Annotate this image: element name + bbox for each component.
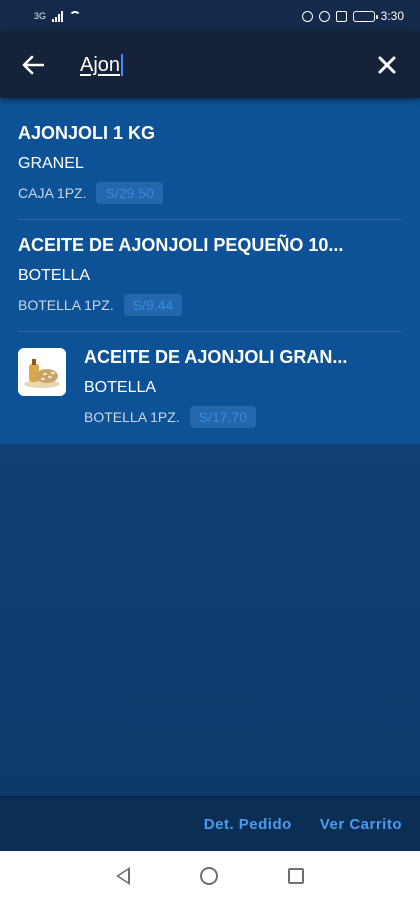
nav-back-icon[interactable]: [116, 866, 130, 885]
result-meta: CAJA 1PZ. S/29.50: [18, 182, 402, 204]
status-bar: 3G 3:30: [0, 0, 420, 32]
text-caret: [121, 54, 124, 76]
result-unit: CAJA 1PZ.: [18, 185, 87, 201]
result-title: ACEITE DE AJONJOLI GRAN...: [84, 347, 348, 367]
search-toolbar: Ajon: [0, 32, 420, 98]
status-right: 3:30: [301, 9, 404, 23]
search-query-text: Ajon: [80, 53, 121, 76]
result-type: GRANEL: [18, 155, 84, 172]
close-icon[interactable]: [372, 50, 402, 80]
result-item-body: AJONJOLI 1 KG GRANEL CAJA 1PZ. S/29.50: [18, 122, 402, 219]
system-nav-bar: [0, 851, 420, 900]
view-cart-button[interactable]: Ver Carrito: [320, 816, 402, 833]
result-title: AJONJOLI 1 KG: [18, 123, 156, 143]
product-thumbnail: [18, 348, 66, 396]
status-time: 3:30: [380, 9, 404, 23]
network-type-icon: 3G: [34, 11, 47, 21]
vibrate-icon: [335, 10, 347, 22]
back-arrow-icon[interactable]: [18, 50, 48, 80]
wifi-icon: [69, 11, 82, 21]
signal-icon: [52, 10, 64, 22]
result-item[interactable]: ACEITE DE AJONJOLI GRAN... BOTELLA BOTEL…: [18, 332, 402, 444]
search-input[interactable]: Ajon: [80, 47, 372, 83]
result-type: BOTELLA: [18, 267, 91, 284]
order-detail-button[interactable]: Det. Pedido: [204, 816, 292, 833]
sesame-product-icon: [24, 359, 60, 388]
result-item-body: ACEITE DE AJONJOLI GRAN... BOTELLA BOTEL…: [84, 346, 402, 444]
result-meta: BOTELLA 1PZ. S/17.70: [84, 406, 402, 428]
alarm-icon: [318, 10, 330, 22]
result-meta: BOTELLA 1PZ. S/9.44: [18, 294, 402, 316]
results-list: AJONJOLI 1 KG GRANEL CAJA 1PZ. S/29.50 A…: [0, 98, 420, 444]
price-badge: S/29.50: [96, 182, 163, 204]
eye-icon: [301, 10, 313, 22]
result-item[interactable]: AJONJOLI 1 KG GRANEL CAJA 1PZ. S/29.50: [18, 108, 402, 220]
empty-content-area: [0, 444, 420, 796]
result-item-body: ACEITE DE AJONJOLI PEQUEÑO 10... BOTELLA…: [18, 234, 402, 331]
result-unit: BOTELLA 1PZ.: [84, 409, 180, 425]
result-unit: BOTELLA 1PZ.: [18, 297, 114, 313]
result-item[interactable]: ACEITE DE AJONJOLI PEQUEÑO 10... BOTELLA…: [18, 220, 402, 332]
result-type: BOTELLA: [84, 379, 157, 396]
nav-recents-icon[interactable]: [288, 867, 304, 884]
result-title: ACEITE DE AJONJOLI PEQUEÑO 10...: [18, 235, 344, 255]
battery-icon: [352, 10, 378, 22]
price-badge: S/9.44: [123, 294, 183, 316]
price-badge: S/17.70: [189, 406, 256, 428]
bottom-action-bar: Det. Pedido Ver Carrito: [0, 796, 420, 851]
nav-home-icon[interactable]: [200, 866, 218, 885]
status-left: 3G: [34, 10, 82, 22]
